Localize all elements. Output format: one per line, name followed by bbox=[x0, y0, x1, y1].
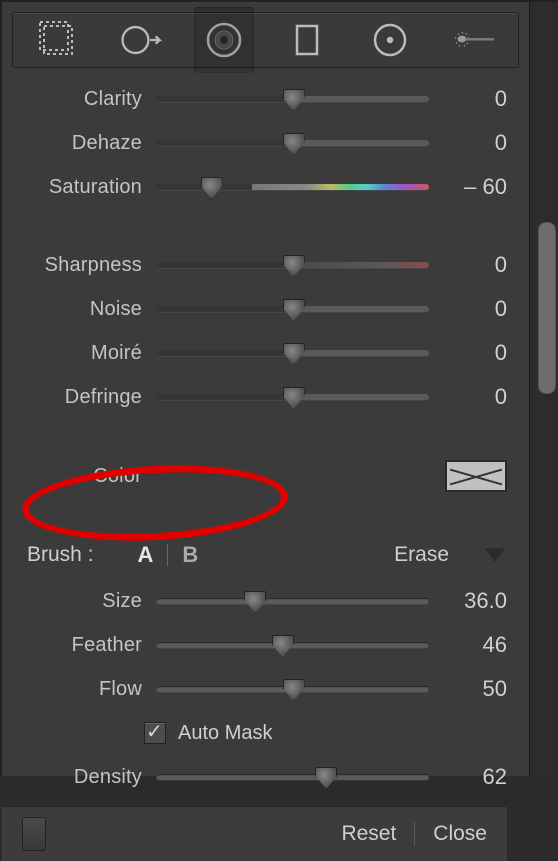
reset-button[interactable]: Reset bbox=[341, 822, 396, 846]
moire-value[interactable]: 0 bbox=[443, 340, 507, 366]
defringe-value[interactable]: 0 bbox=[443, 384, 507, 410]
density-value[interactable]: 62 bbox=[443, 764, 507, 790]
noise-label: Noise bbox=[2, 298, 156, 321]
automask-row: Auto Mask bbox=[2, 718, 507, 748]
clarity-row: Clarity 0 bbox=[2, 84, 507, 114]
dehaze-row: Dehaze 0 bbox=[2, 128, 507, 158]
graduated-filter-tool[interactable] bbox=[277, 13, 337, 67]
scrollbar-track[interactable] bbox=[529, 2, 558, 776]
dehaze-slider[interactable] bbox=[156, 131, 429, 155]
brush-label: Brush : bbox=[27, 543, 94, 567]
automask-label: Auto Mask bbox=[178, 722, 272, 745]
scrollbar-thumb[interactable] bbox=[538, 222, 556, 394]
size-value[interactable]: 36.0 bbox=[443, 588, 507, 614]
density-slider[interactable] bbox=[156, 765, 429, 789]
erase-button[interactable]: Erase bbox=[394, 543, 449, 567]
saturation-row: Saturation – 60 bbox=[2, 172, 507, 202]
red-eye-tool[interactable] bbox=[194, 13, 254, 67]
flow-value[interactable]: 50 bbox=[443, 676, 507, 702]
brush-header: Brush : A B Erase bbox=[2, 538, 507, 572]
brush-tabs: A B bbox=[124, 542, 213, 568]
panel-footer: Reset Close bbox=[2, 806, 507, 861]
radial-filter-tool[interactable] bbox=[360, 13, 420, 67]
footer-separator bbox=[414, 822, 415, 846]
brush-tab-a[interactable]: A bbox=[124, 542, 168, 568]
tool-strip bbox=[12, 12, 519, 68]
sharpness-value[interactable]: 0 bbox=[443, 252, 507, 278]
close-button[interactable]: Close bbox=[433, 822, 487, 846]
automask-checkbox[interactable] bbox=[144, 722, 166, 744]
dehaze-label: Dehaze bbox=[2, 132, 156, 155]
size-label: Size bbox=[2, 590, 156, 613]
defringe-row: Defringe 0 bbox=[2, 382, 507, 412]
color-swatch[interactable] bbox=[445, 460, 507, 492]
disclosure-triangle-icon[interactable] bbox=[485, 548, 505, 562]
defringe-label: Defringe bbox=[2, 386, 156, 409]
brush-tab-b[interactable]: B bbox=[168, 542, 212, 568]
crop-tool[interactable] bbox=[28, 13, 88, 67]
saturation-label: Saturation bbox=[2, 176, 156, 199]
noise-slider[interactable] bbox=[156, 297, 429, 321]
clarity-label: Clarity bbox=[2, 88, 156, 111]
adjustment-brush-tool[interactable] bbox=[443, 13, 503, 67]
feather-row: Feather 46 bbox=[2, 630, 507, 660]
noise-row: Noise 0 bbox=[2, 294, 507, 324]
sharpness-label: Sharpness bbox=[2, 254, 156, 277]
brush-panel: Clarity 0 Dehaze 0 Saturation bbox=[2, 2, 530, 776]
dehaze-value[interactable]: 0 bbox=[443, 130, 507, 156]
color-label: Color bbox=[2, 465, 156, 488]
clarity-slider[interactable] bbox=[156, 87, 429, 111]
feather-value[interactable]: 46 bbox=[443, 632, 507, 658]
saturation-value[interactable]: – 60 bbox=[443, 174, 507, 200]
density-label: Density bbox=[2, 766, 156, 789]
flow-label: Flow bbox=[2, 678, 156, 701]
feather-label: Feather bbox=[2, 634, 156, 657]
density-row: Density 62 bbox=[2, 762, 507, 792]
color-row: Color bbox=[2, 460, 507, 492]
preview-toggle[interactable] bbox=[22, 817, 46, 851]
clarity-value[interactable]: 0 bbox=[443, 86, 507, 112]
sharpness-slider[interactable] bbox=[156, 253, 429, 277]
moire-slider[interactable] bbox=[156, 341, 429, 365]
saturation-slider[interactable] bbox=[156, 175, 429, 199]
sharpness-row: Sharpness 0 bbox=[2, 250, 507, 280]
moire-label: Moiré bbox=[2, 342, 156, 365]
defringe-slider[interactable] bbox=[156, 385, 429, 409]
noise-value[interactable]: 0 bbox=[443, 296, 507, 322]
spot-removal-tool[interactable] bbox=[111, 13, 171, 67]
feather-slider[interactable] bbox=[156, 633, 429, 657]
flow-row: Flow 50 bbox=[2, 674, 507, 704]
size-slider[interactable] bbox=[156, 589, 429, 613]
moire-row: Moiré 0 bbox=[2, 338, 507, 368]
size-row: Size 36.0 bbox=[2, 586, 507, 616]
flow-slider[interactable] bbox=[156, 677, 429, 701]
